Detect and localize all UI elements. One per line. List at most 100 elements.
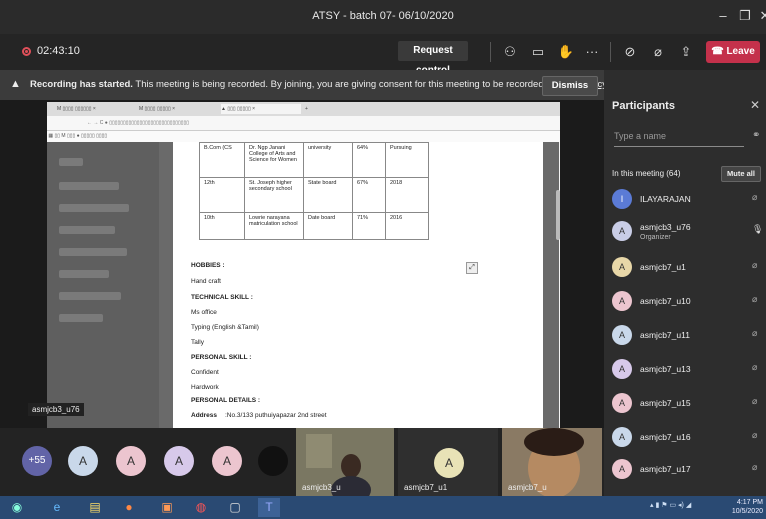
browser-tab: M ▯▯▯▯ ▯▯▯▯▯▯ × bbox=[57, 106, 96, 112]
participant-avatar[interactable] bbox=[258, 446, 288, 476]
avatar: I bbox=[612, 189, 632, 209]
firefox-icon[interactable]: ● bbox=[118, 498, 140, 517]
participant-name: asmjcb7_u16 bbox=[640, 432, 691, 442]
participant-row[interactable]: A asmjcb3_u76 Organizer 🎙 bbox=[612, 218, 764, 246]
mic-on-icon: 🎙 bbox=[752, 224, 764, 234]
video-strip: +55 A A A A asmjcb3_u A asmjcb7_u1 asmjc… bbox=[0, 428, 604, 504]
table-cell: 64% bbox=[352, 142, 386, 178]
mic-off-icon: ⌀ bbox=[752, 260, 758, 270]
participant-name: asmjcb7_u10 bbox=[640, 296, 691, 306]
participant-row[interactable]: A asmjcb7_u17 ⌀ bbox=[612, 456, 764, 484]
media-player-icon[interactable]: ▣ bbox=[156, 498, 178, 517]
table-cell: 2016 bbox=[385, 212, 429, 240]
mic-off-icon: ⌀ bbox=[752, 430, 758, 440]
mute-all-button[interactable]: Mute all bbox=[721, 166, 761, 182]
personal-details-heading: PERSONAL DETAILS : bbox=[191, 397, 261, 404]
close-icon[interactable]: ✕ bbox=[754, 6, 766, 26]
participant-row[interactable]: I ILAYARAJAN ⌀ bbox=[612, 186, 764, 214]
resume-page: B.Com (CS Dr. Ngp Janani College of Arts… bbox=[173, 142, 543, 428]
system-clock: 4:17 PM 10/5/2020 bbox=[727, 498, 763, 516]
participant-avatar[interactable]: A bbox=[68, 446, 98, 476]
participant-avatar[interactable]: A bbox=[164, 446, 194, 476]
tile-label: asmjcb7_u1 bbox=[404, 483, 448, 492]
participant-name: ILAYARAJAN bbox=[640, 194, 691, 204]
close-panel-icon[interactable]: ✕ bbox=[750, 98, 760, 112]
camera-off-icon[interactable]: ⊘ bbox=[620, 42, 640, 62]
table-row: 10th Lowrie narayana matriculation schoo… bbox=[199, 212, 429, 240]
participant-row[interactable]: A asmjcb7_u16 ⌀ bbox=[612, 424, 764, 452]
participant-row[interactable]: A asmjcb7_u13 ⌀ bbox=[612, 356, 764, 384]
window-title: ATSY - batch 07- 06/10/2020 bbox=[312, 10, 454, 22]
share-screen-icon[interactable]: ⇪ bbox=[676, 42, 696, 62]
video-tile[interactable]: asmjcb3_u bbox=[296, 428, 394, 504]
participant-row[interactable]: A asmjcb7_u11 ⌀ bbox=[612, 322, 764, 350]
recording-icon bbox=[22, 47, 31, 56]
participant-search-input[interactable] bbox=[614, 126, 742, 146]
share-invite-icon[interactable]: ⚭ bbox=[752, 130, 760, 141]
expand-icon[interactable]: ⤢ bbox=[466, 262, 478, 274]
presenter-nameplate: asmjcb3_u76 bbox=[28, 403, 84, 416]
timer-text: 02:43:10 bbox=[37, 45, 80, 57]
internet-explorer-icon[interactable]: e bbox=[46, 498, 68, 517]
participant-search bbox=[614, 126, 744, 147]
chat-icon[interactable]: ▭ bbox=[528, 42, 548, 62]
start-button-icon[interactable]: ◉ bbox=[6, 498, 28, 517]
recording-banner: ▲ Recording has started. This meeting is… bbox=[0, 70, 607, 100]
avatar: A bbox=[612, 325, 632, 345]
minimize-icon[interactable]: – bbox=[712, 6, 734, 26]
toolbar-divider bbox=[610, 42, 611, 62]
tile-label: asmjcb7_u bbox=[508, 483, 547, 492]
participant-row[interactable]: A asmjcb7_u15 ⌀ bbox=[612, 390, 764, 418]
participant-avatar[interactable]: A bbox=[212, 446, 242, 476]
document-scrollbar[interactable] bbox=[556, 190, 560, 240]
participants-panel: Participants ✕ ⚭ In this meeting (64) Mu… bbox=[604, 70, 766, 496]
table-cell: 71% bbox=[352, 212, 386, 240]
app-icon[interactable]: ▢ bbox=[224, 498, 246, 517]
chrome-icon[interactable]: ◍ bbox=[190, 498, 212, 517]
system-tray: ▴ ▮ ⚑ ▭ ◂) ◢ bbox=[650, 502, 692, 509]
teams-icon[interactable]: T bbox=[258, 498, 280, 517]
avatar: A bbox=[612, 393, 632, 413]
participant-avatar[interactable]: A bbox=[116, 446, 146, 476]
raise-hand-icon[interactable]: ✋ bbox=[556, 42, 576, 62]
more-options-icon[interactable]: ··· bbox=[582, 42, 602, 62]
toolbar-divider bbox=[490, 42, 491, 62]
banner-detail: This meeting is being recorded. By joini… bbox=[135, 79, 547, 90]
participant-row[interactable]: A asmjcb7_u1 ⌀ bbox=[612, 254, 764, 282]
table-cell: St. Joseph higher secondary school bbox=[244, 177, 304, 213]
table-cell: 67% bbox=[352, 177, 386, 213]
file-explorer-icon[interactable]: ▤ bbox=[84, 498, 106, 517]
avatar: A bbox=[612, 221, 632, 241]
participant-name: asmjcb7_u13 bbox=[640, 364, 691, 374]
address-value: :No.3/133 puthuiyapazar 2nd street bbox=[225, 412, 327, 419]
education-table: B.Com (CS Dr. Ngp Janani College of Arts… bbox=[199, 142, 429, 240]
leave-button[interactable]: ☎ Leave bbox=[706, 41, 760, 63]
phone-icon: ☎ bbox=[711, 46, 727, 57]
table-row: 12th St. Joseph higher secondary school … bbox=[199, 177, 429, 213]
participant-row[interactable]: A asmjcb7_u10 ⌀ bbox=[612, 288, 764, 316]
mic-off-icon[interactable]: ⌀ bbox=[648, 42, 668, 62]
participants-icon[interactable]: ⚇ bbox=[500, 42, 520, 62]
dismiss-button[interactable]: Dismiss bbox=[542, 76, 598, 96]
table-cell: 10th bbox=[199, 212, 245, 240]
document-viewer: B.Com (CS Dr. Ngp Janani College of Arts… bbox=[159, 142, 559, 428]
overflow-count-avatar[interactable]: +55 bbox=[22, 446, 52, 476]
browser-tab: M ▯▯▯▯ ▯▯▯▯▯ × bbox=[139, 106, 176, 112]
mic-off-icon: ⌀ bbox=[752, 362, 758, 372]
panel-title: Participants bbox=[612, 100, 675, 112]
clock-time: 4:17 PM bbox=[736, 499, 763, 506]
meeting-timer: 02:43:10 bbox=[22, 45, 80, 57]
skill-item: Tally bbox=[191, 339, 205, 346]
video-tile[interactable]: A asmjcb7_u1 bbox=[398, 428, 498, 496]
maximize-icon[interactable]: ❐ bbox=[734, 6, 756, 26]
video-tile[interactable]: asmjcb7_u bbox=[502, 428, 602, 498]
browser-tabs: M ▯▯▯▯ ▯▯▯▯▯▯ × M ▯▯▯▯ ▯▯▯▯▯ × ▲ ▯▯▯ ▯▯▯… bbox=[47, 102, 560, 116]
table-cell: Lowrie narayana matriculation school bbox=[244, 212, 304, 240]
avatar: A bbox=[612, 257, 632, 277]
participant-name: asmjcb7_u11 bbox=[640, 330, 690, 340]
clock-date: 10/5/2020 bbox=[731, 508, 763, 515]
bookmarks-bar: ▦ ▯▯ M ▯▯▯ ● ▯▯▯▯▯ ▯▯▯▯ bbox=[47, 131, 560, 142]
skill-item: Confident bbox=[191, 369, 219, 376]
participant-name: asmjcb7_u1 bbox=[640, 262, 686, 272]
request-control-button[interactable]: Request control bbox=[398, 41, 468, 76]
